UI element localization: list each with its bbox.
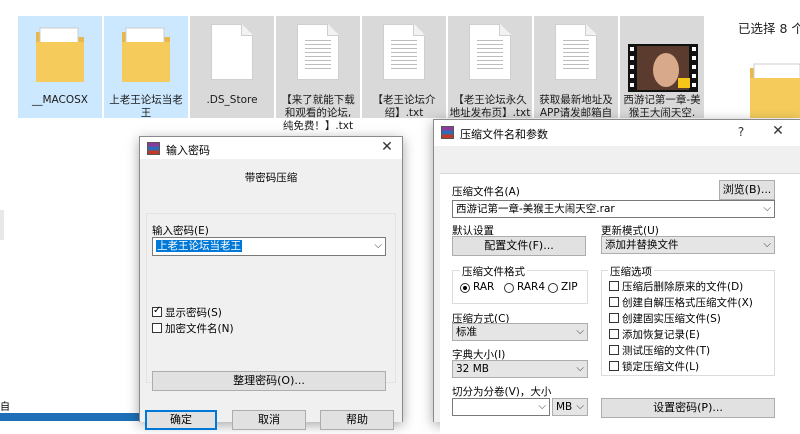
chevron-down-icon[interactable]: ⌵ <box>576 361 584 377</box>
winrar-icon <box>147 142 160 155</box>
lock-archive-checkbox[interactable] <box>609 361 619 371</box>
method-select[interactable]: 标准 ⌵ <box>452 323 588 341</box>
text-file-icon <box>383 24 425 80</box>
help-button[interactable]: 帮助 <box>320 410 394 430</box>
sfx-checkbox[interactable] <box>609 297 619 307</box>
close-icon[interactable]: ✕ <box>767 123 789 139</box>
option-label: 创建固实压缩文件(S) <box>622 313 721 325</box>
option-label: 测试压缩的文件(T) <box>622 345 711 357</box>
split-unit-value: MB <box>556 401 573 413</box>
encrypt-names-checkbox[interactable] <box>152 323 162 333</box>
password-dialog: 输入密码 ✕ 带密码压缩 输入密码(E) 上老王论坛当老王 ⌵ 显示密码(S) … <box>139 136 403 430</box>
close-icon[interactable]: ✕ <box>376 139 398 155</box>
option-label: 创建自解压格式压缩文件(X) <box>622 297 753 309</box>
dialog-heading: 带密码压缩 <box>244 172 298 184</box>
password-value: 上老王论坛当老王 <box>156 240 242 252</box>
folder-icon <box>122 27 170 82</box>
dict-select[interactable]: 32 MB ⌵ <box>452 360 588 378</box>
format-rar-radio[interactable] <box>460 283 470 293</box>
file-label: .DS_Store <box>206 94 258 106</box>
chevron-down-icon[interactable]: ⌵ <box>576 399 584 415</box>
text-file-icon <box>469 24 511 80</box>
show-password-checkbox[interactable] <box>152 305 162 317</box>
document-icon <box>211 24 253 80</box>
update-mode-value: 添加并替换文件 <box>605 239 679 251</box>
archive-params-dialog: 压缩文件名和参数 ? ✕ 常规 高级 选项 文件 备份 时间 注释 压缩文件名(… <box>433 119 800 434</box>
archive-name-input[interactable]: 西游记第一章-美猴王大闹天空.rar ⌵ <box>452 200 775 218</box>
delete-after-checkbox[interactable] <box>609 281 619 291</box>
option-label: 锁定压缩文件(L) <box>622 361 700 373</box>
taskbar-strip <box>0 413 140 421</box>
password-input[interactable]: 上老王论坛当老王 ⌵ <box>152 237 386 256</box>
organize-passwords-button[interactable]: 整理密码(O)... <box>152 371 386 391</box>
left-pane-edge <box>0 210 4 240</box>
format-rar-label: RAR <box>473 281 495 293</box>
dialog-title: 输入密码 <box>166 144 210 157</box>
cancel-button[interactable]: 取消 <box>232 410 306 430</box>
chevron-down-icon[interactable]: ⌵ <box>374 238 382 254</box>
left-pane-fragment: 自 <box>0 402 10 413</box>
ok-button[interactable]: 确定 <box>145 410 217 430</box>
split-size-input[interactable]: ⌵ <box>452 398 550 416</box>
help-button[interactable]: ? <box>730 125 752 139</box>
dict-value: 32 MB <box>456 363 489 375</box>
title-bar: 压缩文件名和参数 ? ✕ <box>434 120 800 146</box>
recovery-record-checkbox[interactable] <box>609 329 619 339</box>
text-file-icon <box>555 24 597 80</box>
video-thumbnail-icon <box>628 44 698 92</box>
chevron-down-icon[interactable]: ⌵ <box>763 237 771 253</box>
file-label: 获取最新地址及 APP请发邮箱自 <box>539 94 613 119</box>
method-value: 标准 <box>456 326 477 338</box>
archive-name-value: 西游记第一章-美猴王大闹天空.rar <box>456 203 615 215</box>
format-group-label: 压缩文件格式 <box>460 264 527 279</box>
folder-icon <box>750 63 800 118</box>
set-password-button[interactable]: 设置密码(P)... <box>601 398 775 418</box>
split-label: 切分为分卷(V)，大小 <box>452 386 552 398</box>
file-label: 上老王论坛当老 王 <box>109 94 183 119</box>
file-label: __MACOSX <box>31 94 88 106</box>
folder-icon <box>36 27 84 82</box>
chevron-down-icon[interactable]: ⌵ <box>576 324 584 340</box>
file-label: 【老王论坛介 绍】.txt <box>372 94 436 119</box>
options-group-label: 压缩选项 <box>608 264 654 279</box>
option-label: 添加恢复记录(E) <box>622 329 700 341</box>
profiles-button[interactable]: 配置文件(F)... <box>452 236 586 256</box>
test-files-checkbox[interactable] <box>609 345 619 355</box>
archive-name-label: 压缩文件名(A) <box>452 186 520 198</box>
winrar-icon <box>441 126 454 139</box>
chevron-down-icon[interactable]: ⌵ <box>763 201 771 217</box>
update-mode-select[interactable]: 添加并替换文件 ⌵ <box>601 236 775 254</box>
show-password-label: 显示密码(S) <box>165 307 222 319</box>
dialog-title: 压缩文件名和参数 <box>460 128 548 141</box>
encrypt-names-label: 加密文件名(N) <box>165 323 234 335</box>
split-unit-select[interactable]: MB ⌵ <box>552 398 588 416</box>
browse-button[interactable]: 浏览(B)... <box>719 180 775 200</box>
file-label: 西游记第一章-美 猴王大闹天空. <box>623 94 701 119</box>
format-rar4-label: RAR4 <box>517 281 546 293</box>
option-label: 压缩后删除原来的文件(D) <box>622 281 744 293</box>
title-bar: 输入密码 ✕ <box>140 137 402 159</box>
file-label: 【老王论坛永久 地址发布页】.txt <box>449 94 531 119</box>
format-rar4-radio[interactable] <box>504 283 514 293</box>
selection-count: 已选择 8 个 <box>738 21 800 36</box>
solid-checkbox[interactable] <box>609 313 619 323</box>
file-label: 【来了就能下载 和观看的论坛, 纯免费！】.txt <box>281 94 355 132</box>
format-zip-label: ZIP <box>561 281 578 293</box>
chevron-down-icon[interactable]: ⌵ <box>538 399 546 415</box>
text-file-icon <box>297 24 339 80</box>
password-label: 输入密码(E) <box>152 225 209 237</box>
format-zip-radio[interactable] <box>548 283 558 293</box>
